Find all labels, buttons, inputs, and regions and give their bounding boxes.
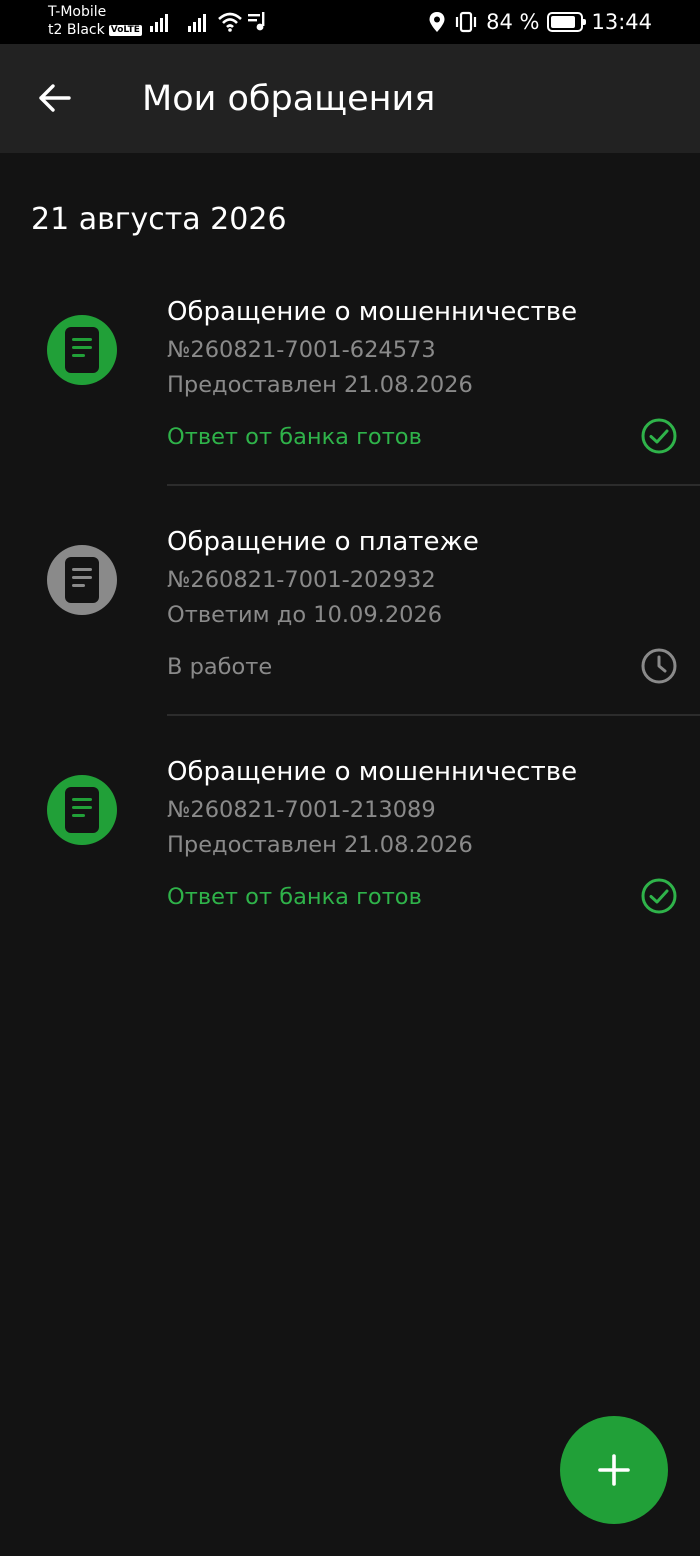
status-bar: T-Mobile t2 Black VoLTE 84 % 13:44 — [0, 0, 700, 44]
volte-badge: VoLTE — [108, 24, 142, 36]
location-icon — [429, 12, 445, 32]
carrier-plan: t2 Black — [48, 22, 105, 38]
plus-icon — [598, 1454, 630, 1486]
ticket-detail: Предоставлен 21.08.2026 — [167, 372, 473, 398]
battery-percent: 84 % — [486, 10, 540, 34]
divider — [167, 484, 700, 486]
ticket-icon-badge — [47, 545, 117, 615]
ticket-item[interactable]: Обращение о платеже №260821-7001-202932 … — [0, 520, 700, 750]
ticket-title: Обращение о мошенничестве — [167, 297, 578, 327]
ticket-title: Обращение о мошенничестве — [167, 757, 578, 787]
wifi-icon — [218, 12, 242, 32]
clock-time: 13:44 — [591, 10, 652, 34]
ticket-item[interactable]: Обращение о мошенничестве №260821-7001-6… — [0, 290, 700, 520]
battery-fill — [551, 16, 575, 28]
ticket-detail: Предоставлен 21.08.2026 — [167, 832, 473, 858]
ticket-icon-badge — [47, 315, 117, 385]
carrier-name: T-Mobile — [48, 4, 107, 20]
check-circle-icon — [641, 878, 677, 914]
document-icon — [65, 787, 99, 833]
document-icon — [65, 557, 99, 603]
arrow-left-icon — [39, 84, 71, 112]
ticket-detail: Ответим до 10.09.2026 — [167, 602, 443, 628]
document-icon — [65, 327, 99, 373]
ticket-item[interactable]: Обращение о мошенничестве №260821-7001-2… — [0, 750, 700, 980]
music-icon — [248, 12, 265, 31]
ticket-number: №260821-7001-624573 — [167, 337, 436, 363]
ticket-status: Ответ от банка готов — [167, 424, 422, 450]
ticket-title: Обращение о платеже — [167, 527, 479, 557]
page-title: Мои обращения — [142, 79, 436, 119]
signal-icon — [150, 14, 168, 32]
battery-icon — [547, 12, 587, 32]
ticket-status: В работе — [167, 654, 273, 680]
clock-icon — [641, 648, 677, 684]
new-request-button[interactable] — [560, 1416, 668, 1524]
date-group-header: 21 августа 2026 — [31, 202, 287, 237]
carrier-info: T-Mobile t2 Black VoLTE — [48, 3, 142, 39]
check-circle-icon — [641, 418, 677, 454]
ticket-icon-badge — [47, 775, 117, 845]
ticket-number: №260821-7001-202932 — [167, 567, 436, 593]
back-button[interactable] — [30, 76, 78, 120]
ticket-status: Ответ от банка готов — [167, 884, 422, 910]
ticket-number: №260821-7001-213089 — [167, 797, 436, 823]
vibrate-icon — [456, 11, 477, 33]
signal-icon-2 — [188, 14, 206, 32]
divider — [167, 714, 700, 716]
app-bar: Мои обращения — [0, 44, 700, 153]
